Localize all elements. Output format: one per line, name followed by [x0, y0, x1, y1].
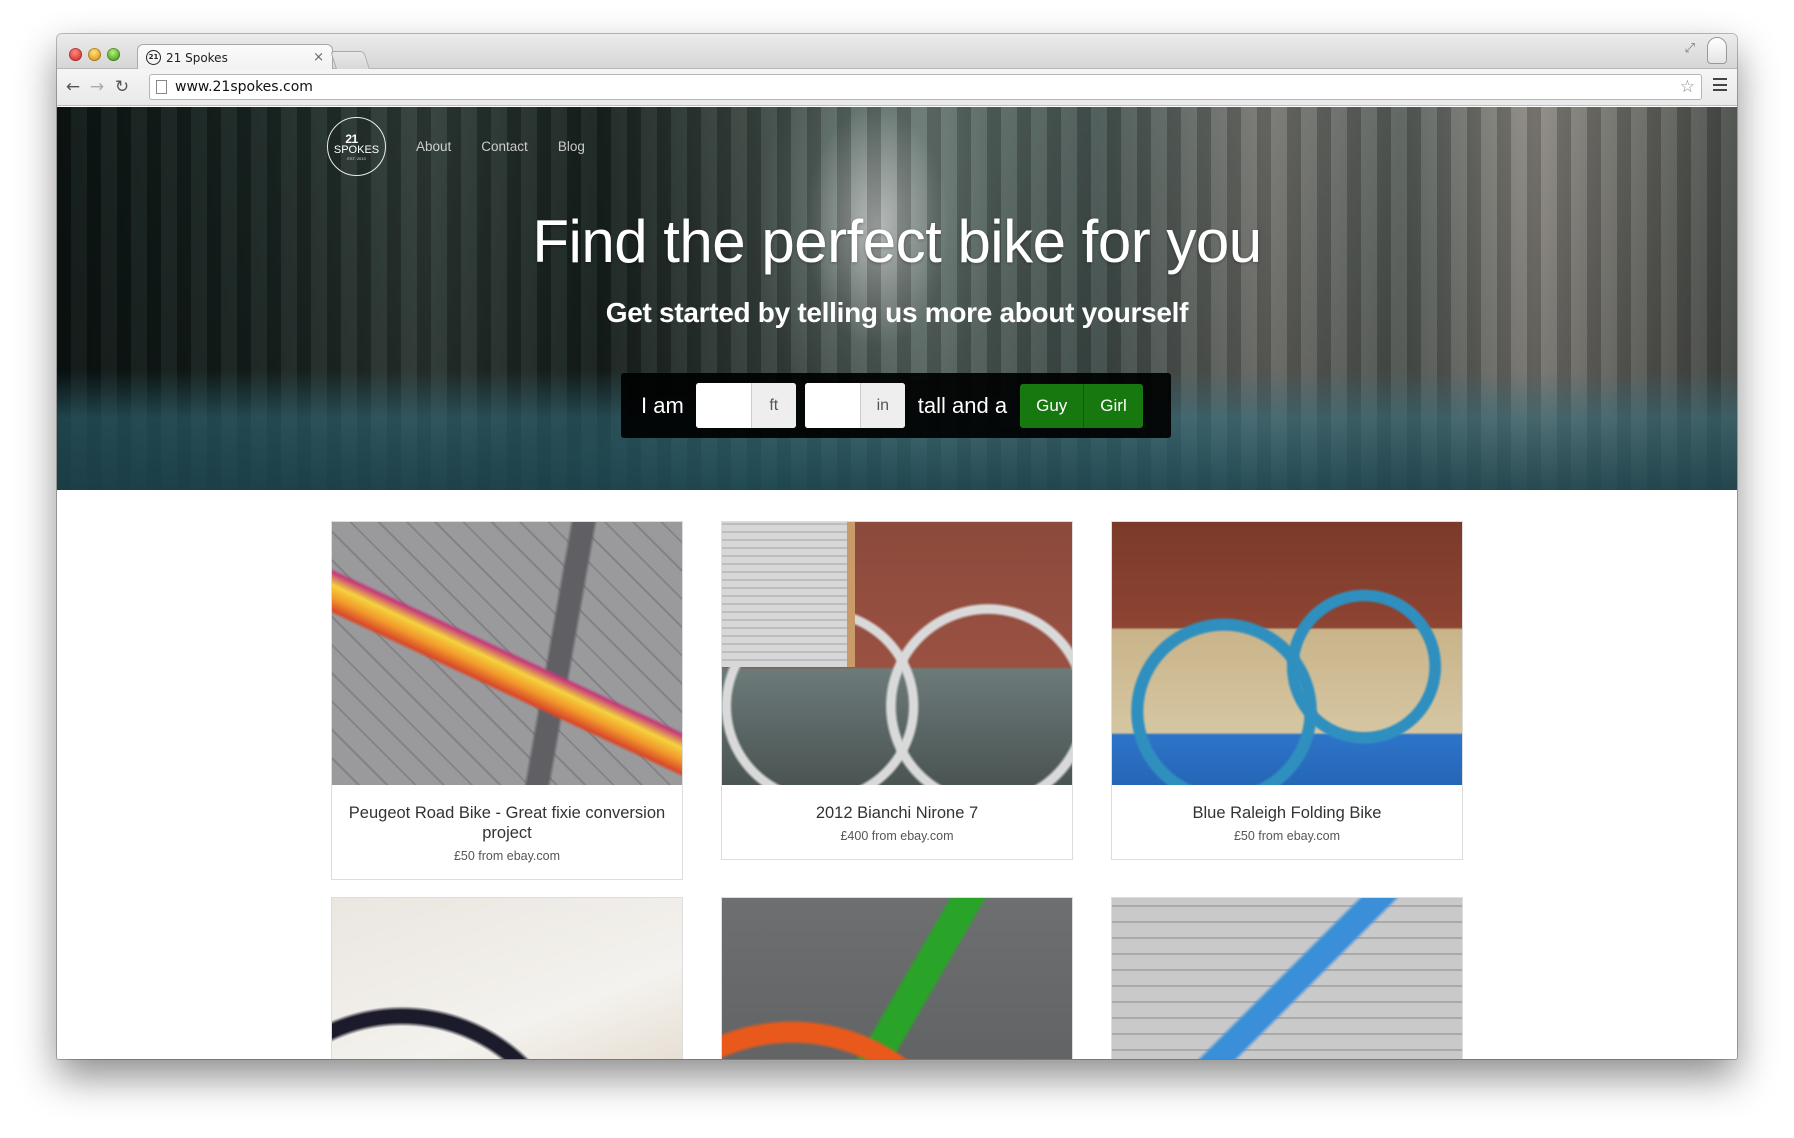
- height-gender-form: I am ft in tall and a Guy Girl: [621, 373, 1171, 438]
- site-nav: 21 SPOKES EST. 2013 About Contact Blog: [327, 117, 585, 176]
- bike-card[interactable]: Blue Raleigh Folding Bike £50 from ebay.…: [1111, 521, 1463, 860]
- bike-photo[interactable]: [1112, 898, 1462, 1059]
- tab-title: 21 Spokes: [166, 50, 228, 65]
- logo-sub: EST. 2013: [347, 155, 366, 161]
- back-arrow-icon[interactable]: ←: [63, 76, 83, 98]
- browser-window: 21 21 Spokes × ⤢ ← → ↻ www.21spokes.com …: [57, 34, 1737, 1059]
- form-middle-label: tall and a: [917, 392, 1008, 418]
- nav-link-about[interactable]: About: [416, 139, 451, 154]
- card-body: Blue Raleigh Folding Bike £50 from ebay.…: [1112, 785, 1462, 859]
- gender-button-group: Guy Girl: [1020, 383, 1143, 428]
- forward-arrow-icon[interactable]: →: [87, 76, 107, 98]
- profile-icon[interactable]: [1707, 37, 1727, 64]
- bike-price: £400 from ebay.com: [840, 829, 954, 843]
- tab-close-icon[interactable]: ×: [313, 50, 324, 65]
- hero-section: 21 SPOKES EST. 2013 About Contact Blog F…: [57, 107, 1737, 490]
- browser-toolbar: ← → ↻ www.21spokes.com ☆: [57, 69, 1737, 106]
- card-body: 2012 Bianchi Nirone 7 £400 from ebay.com: [722, 785, 1072, 859]
- favicon-icon: 21: [146, 50, 161, 65]
- hero-subtitle: Get started by telling us more about you…: [605, 297, 1189, 328]
- close-window-button[interactable]: [69, 48, 82, 61]
- minimize-window-button[interactable]: [88, 48, 101, 61]
- bike-card[interactable]: [331, 897, 683, 1059]
- feet-unit-label: ft: [750, 383, 796, 428]
- page-viewport: 21 SPOKES EST. 2013 About Contact Blog F…: [57, 107, 1737, 1059]
- guy-button[interactable]: Guy: [1020, 383, 1084, 428]
- browser-tab[interactable]: 21 21 Spokes ×: [137, 44, 333, 70]
- photo-window-detail: [722, 522, 855, 667]
- bike-photo[interactable]: [332, 522, 682, 785]
- address-bar[interactable]: www.21spokes.com ☆: [149, 74, 1702, 100]
- zoom-window-button[interactable]: [107, 48, 120, 61]
- title-bar: 21 21 Spokes × ⤢: [57, 34, 1737, 70]
- bike-card[interactable]: [1111, 897, 1463, 1059]
- logo-number: 21: [345, 131, 358, 146]
- bike-card[interactable]: Peugeot Road Bike - Great fixie conversi…: [331, 521, 683, 880]
- nav-link-contact[interactable]: Contact: [481, 139, 528, 154]
- page-icon: [156, 80, 167, 94]
- inches-input[interactable]: [804, 383, 860, 428]
- fullscreen-icon[interactable]: ⤢: [1685, 41, 1695, 56]
- bike-title[interactable]: 2012 Bianchi Nirone 7: [734, 803, 1060, 823]
- form-prefix-label: I am: [641, 392, 684, 418]
- bike-card[interactable]: 2012 Bianchi Nirone 7 £400 from ebay.com: [721, 521, 1073, 860]
- reload-icon[interactable]: ↻: [112, 76, 132, 98]
- bike-photo[interactable]: [1112, 522, 1462, 785]
- bike-title[interactable]: Blue Raleigh Folding Bike: [1124, 803, 1450, 823]
- nav-link-blog[interactable]: Blog: [558, 139, 585, 154]
- bike-photo[interactable]: [332, 898, 682, 1059]
- bike-photo[interactable]: [722, 898, 1072, 1059]
- feet-input-group: ft: [695, 383, 796, 428]
- bike-price: £50 from ebay.com: [1233, 829, 1341, 843]
- inches-input-group: in: [804, 383, 905, 428]
- hamburger-menu-icon[interactable]: [1713, 78, 1727, 91]
- site-logo[interactable]: 21 SPOKES EST. 2013: [327, 117, 386, 176]
- bike-title[interactable]: Peugeot Road Bike - Great fixie conversi…: [344, 803, 670, 843]
- hero-title: Find the perfect bike for you: [532, 208, 1262, 275]
- bookmark-star-icon[interactable]: ☆: [1680, 77, 1695, 97]
- inches-unit-label: in: [859, 383, 905, 428]
- bike-card[interactable]: [721, 897, 1073, 1059]
- new-tab-button[interactable]: [330, 51, 370, 69]
- logo-word: SPOKES: [333, 143, 380, 156]
- url-text: www.21spokes.com: [175, 79, 313, 95]
- girl-button[interactable]: Girl: [1083, 383, 1143, 428]
- feet-input[interactable]: [695, 383, 751, 428]
- bike-photo[interactable]: [722, 522, 1072, 785]
- bike-price: £50 from ebay.com: [453, 849, 561, 863]
- card-body: Peugeot Road Bike - Great fixie conversi…: [332, 785, 682, 879]
